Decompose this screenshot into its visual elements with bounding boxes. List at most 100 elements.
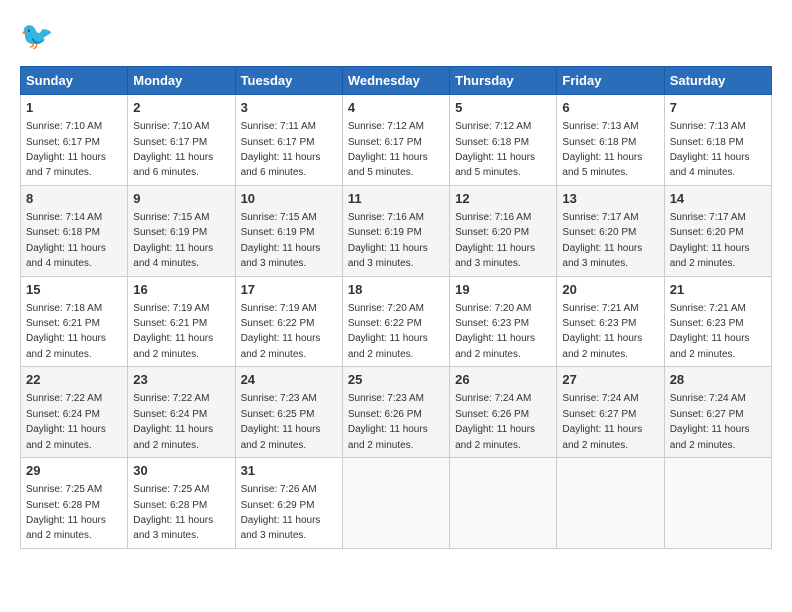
calendar-day-cell: 4 Sunrise: 7:12 AMSunset: 6:17 PMDaylight…: [342, 95, 449, 186]
day-info: Sunrise: 7:22 AMSunset: 6:24 PMDaylight:…: [26, 393, 106, 450]
day-info: Sunrise: 7:19 AMSunset: 6:22 PMDaylight:…: [241, 303, 321, 360]
calendar-day-cell: 11 Sunrise: 7:16 AMSunset: 6:19 PMDayligh…: [342, 185, 449, 276]
calendar-day-cell: 19 Sunrise: 7:20 AMSunset: 6:23 PMDayligh…: [450, 276, 557, 367]
calendar-week-row: 8 Sunrise: 7:14 AMSunset: 6:18 PMDaylight…: [21, 185, 772, 276]
calendar-day-cell: 21 Sunrise: 7:21 AMSunset: 6:23 PMDayligh…: [664, 276, 771, 367]
day-number: 26: [455, 371, 551, 389]
day-number: 17: [241, 281, 337, 299]
day-number: 20: [562, 281, 658, 299]
calendar-day-cell: 25 Sunrise: 7:23 AMSunset: 6:26 PMDayligh…: [342, 367, 449, 458]
page-header: 🐦: [20, 20, 772, 56]
calendar-day-cell: 31Sunrise: 7:26 AMSunset: 6:29 PMDayligh…: [235, 458, 342, 549]
day-number: 12: [455, 190, 551, 208]
calendar-day-cell: 28 Sunrise: 7:24 AMSunset: 6:27 PMDayligh…: [664, 367, 771, 458]
calendar-day-cell: 22Sunrise: 7:22 AMSunset: 6:24 PMDayligh…: [21, 367, 128, 458]
calendar-day-cell: 18 Sunrise: 7:20 AMSunset: 6:22 PMDayligh…: [342, 276, 449, 367]
day-number: 19: [455, 281, 551, 299]
empty-cell: [664, 458, 771, 549]
day-info: Sunrise: 7:25 AMSunset: 6:28 PMDaylight:…: [26, 484, 106, 541]
calendar-day-cell: 16 Sunrise: 7:19 AMSunset: 6:21 PMDayligh…: [128, 276, 235, 367]
weekday-header-wednesday: Wednesday: [342, 67, 449, 95]
day-info: Sunrise: 7:20 AMSunset: 6:22 PMDaylight:…: [348, 303, 428, 360]
day-info: Sunrise: 7:24 AMSunset: 6:27 PMDaylight:…: [670, 393, 750, 450]
day-info: Sunrise: 7:17 AMSunset: 6:20 PMDaylight:…: [562, 212, 642, 269]
day-number: 31: [241, 462, 337, 480]
day-info: Sunrise: 7:24 AMSunset: 6:26 PMDaylight:…: [455, 393, 535, 450]
day-info: Sunrise: 7:14 AMSunset: 6:18 PMDaylight:…: [26, 212, 106, 269]
day-info: Sunrise: 7:23 AMSunset: 6:25 PMDaylight:…: [241, 393, 321, 450]
logo-icon: 🐦: [20, 20, 56, 56]
calendar-day-cell: 7 Sunrise: 7:13 AMSunset: 6:18 PMDaylight…: [664, 95, 771, 186]
calendar-day-cell: 12 Sunrise: 7:16 AMSunset: 6:20 PMDayligh…: [450, 185, 557, 276]
calendar-day-cell: 26 Sunrise: 7:24 AMSunset: 6:26 PMDayligh…: [450, 367, 557, 458]
day-info: Sunrise: 7:21 AMSunset: 6:23 PMDaylight:…: [562, 303, 642, 360]
calendar-day-cell: 15Sunrise: 7:18 AMSunset: 6:21 PMDayligh…: [21, 276, 128, 367]
empty-cell: [342, 458, 449, 549]
weekday-header-saturday: Saturday: [664, 67, 771, 95]
weekday-header-row: SundayMondayTuesdayWednesdayThursdayFrid…: [21, 67, 772, 95]
calendar-day-cell: 5Sunrise: 7:12 AMSunset: 6:18 PMDaylight…: [450, 95, 557, 186]
empty-cell: [557, 458, 664, 549]
day-info: Sunrise: 7:17 AMSunset: 6:20 PMDaylight:…: [670, 212, 750, 269]
day-info: Sunrise: 7:16 AMSunset: 6:20 PMDaylight:…: [455, 212, 535, 269]
svg-text:🐦: 🐦: [20, 21, 54, 51]
logo: 🐦: [20, 20, 62, 56]
day-number: 14: [670, 190, 766, 208]
weekday-header-thursday: Thursday: [450, 67, 557, 95]
day-info: Sunrise: 7:24 AMSunset: 6:27 PMDaylight:…: [562, 393, 642, 450]
calendar-day-cell: 6 Sunrise: 7:13 AMSunset: 6:18 PMDaylight…: [557, 95, 664, 186]
day-info: Sunrise: 7:16 AMSunset: 6:19 PMDaylight:…: [348, 212, 428, 269]
day-info: Sunrise: 7:15 AMSunset: 6:19 PMDaylight:…: [133, 212, 213, 269]
day-number: 6: [562, 99, 658, 117]
day-info: Sunrise: 7:25 AMSunset: 6:28 PMDaylight:…: [133, 484, 213, 541]
day-number: 18: [348, 281, 444, 299]
calendar-week-row: 1 Sunrise: 7:10 AMSunset: 6:17 PMDaylight…: [21, 95, 772, 186]
day-number: 13: [562, 190, 658, 208]
day-number: 5: [455, 99, 551, 117]
day-info: Sunrise: 7:23 AMSunset: 6:26 PMDaylight:…: [348, 393, 428, 450]
day-info: Sunrise: 7:15 AMSunset: 6:19 PMDaylight:…: [241, 212, 321, 269]
day-number: 28: [670, 371, 766, 389]
day-number: 27: [562, 371, 658, 389]
day-number: 1: [26, 99, 122, 117]
day-number: 2: [133, 99, 229, 117]
day-number: 29: [26, 462, 122, 480]
day-number: 8: [26, 190, 122, 208]
day-number: 25: [348, 371, 444, 389]
day-info: Sunrise: 7:13 AMSunset: 6:18 PMDaylight:…: [670, 121, 750, 178]
day-info: Sunrise: 7:13 AMSunset: 6:18 PMDaylight:…: [562, 121, 642, 178]
calendar-day-cell: 8 Sunrise: 7:14 AMSunset: 6:18 PMDaylight…: [21, 185, 128, 276]
day-info: Sunrise: 7:11 AMSunset: 6:17 PMDaylight:…: [241, 121, 321, 178]
day-number: 3: [241, 99, 337, 117]
day-info: Sunrise: 7:19 AMSunset: 6:21 PMDaylight:…: [133, 303, 213, 360]
calendar-day-cell: 27 Sunrise: 7:24 AMSunset: 6:27 PMDayligh…: [557, 367, 664, 458]
day-number: 11: [348, 190, 444, 208]
calendar-day-cell: 24 Sunrise: 7:23 AMSunset: 6:25 PMDayligh…: [235, 367, 342, 458]
day-number: 21: [670, 281, 766, 299]
day-info: Sunrise: 7:12 AMSunset: 6:17 PMDaylight:…: [348, 121, 428, 178]
day-number: 24: [241, 371, 337, 389]
day-info: Sunrise: 7:10 AMSunset: 6:17 PMDaylight:…: [26, 121, 106, 178]
day-number: 9: [133, 190, 229, 208]
empty-cell: [450, 458, 557, 549]
day-number: 30: [133, 462, 229, 480]
day-number: 4: [348, 99, 444, 117]
weekday-header-friday: Friday: [557, 67, 664, 95]
weekday-header-sunday: Sunday: [21, 67, 128, 95]
day-info: Sunrise: 7:20 AMSunset: 6:23 PMDaylight:…: [455, 303, 535, 360]
day-number: 16: [133, 281, 229, 299]
calendar-day-cell: 2Sunrise: 7:10 AMSunset: 6:17 PMDaylight…: [128, 95, 235, 186]
day-number: 7: [670, 99, 766, 117]
calendar-day-cell: 30 Sunrise: 7:25 AMSunset: 6:28 PMDayligh…: [128, 458, 235, 549]
day-info: Sunrise: 7:21 AMSunset: 6:23 PMDaylight:…: [670, 303, 750, 360]
calendar-day-cell: 9 Sunrise: 7:15 AMSunset: 6:19 PMDaylight…: [128, 185, 235, 276]
calendar-day-cell: 13 Sunrise: 7:17 AMSunset: 6:20 PMDayligh…: [557, 185, 664, 276]
calendar-table: SundayMondayTuesdayWednesdayThursdayFrid…: [20, 66, 772, 549]
calendar-day-cell: 17 Sunrise: 7:19 AMSunset: 6:22 PMDayligh…: [235, 276, 342, 367]
weekday-header-monday: Monday: [128, 67, 235, 95]
day-number: 23: [133, 371, 229, 389]
day-info: Sunrise: 7:18 AMSunset: 6:21 PMDaylight:…: [26, 303, 106, 360]
calendar-day-cell: 3 Sunrise: 7:11 AMSunset: 6:17 PMDaylight…: [235, 95, 342, 186]
calendar-day-cell: 10Sunrise: 7:15 AMSunset: 6:19 PMDayligh…: [235, 185, 342, 276]
calendar-day-cell: 23Sunrise: 7:22 AMSunset: 6:24 PMDayligh…: [128, 367, 235, 458]
